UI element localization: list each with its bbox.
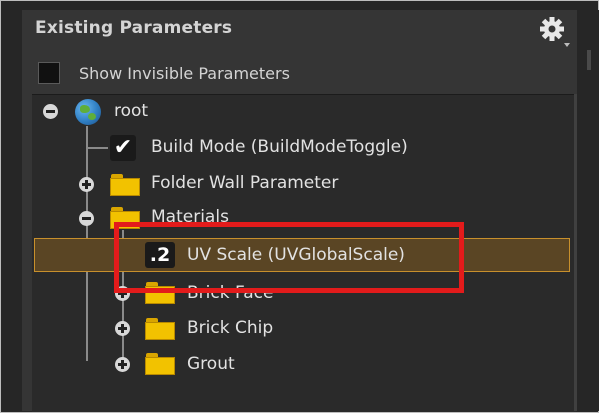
folder-icon — [145, 351, 175, 375]
tree-item-folder-wall-parameter[interactable]: Folder Wall Parameter — [151, 173, 338, 193]
tree-connector — [86, 147, 108, 149]
expand-icon[interactable] — [115, 357, 130, 372]
side-strip — [579, 10, 599, 411]
expand-icon[interactable] — [79, 177, 94, 192]
gear-icon[interactable] — [536, 15, 570, 51]
strip-tick — [587, 50, 591, 70]
globe-icon — [75, 99, 101, 125]
tree-item-build-mode[interactable]: Build Mode (BuildModeToggle) — [151, 137, 408, 157]
tree-item-brick-chip[interactable]: Brick Chip — [187, 318, 273, 338]
show-invisible-label: Show Invisible Parameters — [79, 63, 290, 83]
annotation-highlight-box — [114, 222, 464, 293]
show-invisible-checkbox[interactable] — [38, 62, 60, 84]
tree-scrollbar[interactable] — [574, 94, 577, 411]
collapse-icon[interactable] — [43, 104, 58, 119]
checkmark-icon: ✔ — [110, 135, 136, 161]
panel-title: Existing Parameters — [35, 18, 233, 38]
expand-icon[interactable] — [115, 321, 130, 336]
tree-item-grout[interactable]: Grout — [187, 354, 235, 374]
tree-item-root[interactable]: root — [114, 101, 148, 121]
show-invisible-toggle[interactable]: Show Invisible Parameters — [38, 61, 290, 85]
folder-icon — [145, 316, 175, 340]
collapse-icon[interactable] — [79, 211, 94, 226]
folder-icon — [110, 172, 140, 196]
